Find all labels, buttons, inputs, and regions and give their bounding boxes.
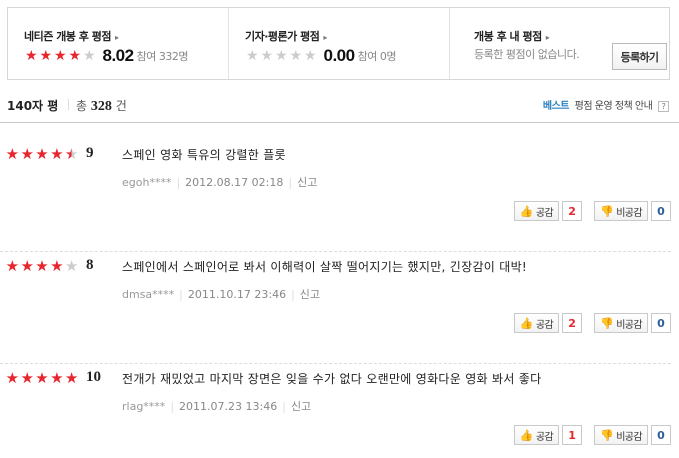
like-count: 2 bbox=[562, 201, 583, 221]
arrow-right-icon: ▸ bbox=[323, 33, 327, 42]
star-icon: ★ bbox=[5, 369, 20, 387]
dislike-count: 0 bbox=[651, 425, 671, 445]
help-icon[interactable]: ? bbox=[658, 100, 669, 112]
thumbs-up-icon: 👍 bbox=[519, 316, 534, 330]
critic-rating-title[interactable]: 기자·평론가 평점 ▸ bbox=[245, 28, 327, 44]
star-icon: ★ bbox=[82, 48, 96, 64]
thumbs-down-icon: 👎 bbox=[600, 428, 614, 442]
report-link[interactable]: 신고 bbox=[291, 400, 311, 413]
report-link[interactable]: 신고 bbox=[297, 176, 317, 189]
review-score: 8 bbox=[86, 257, 94, 273]
divider bbox=[68, 99, 69, 110]
review-item: ★ ★ ★ ★ ★ 8 스페인에서 스페인어로 봐서 이해력이 살짝 떨어지기는 했지만… bbox=[0, 252, 679, 364]
like-button[interactable]: 👍 공감 bbox=[513, 201, 560, 221]
star-rating: ★ ★ ★ ★ ★ bbox=[5, 146, 79, 162]
star-icon: ★ bbox=[35, 257, 49, 275]
star-icon: ★ bbox=[20, 145, 34, 163]
report-link[interactable]: 신고 bbox=[300, 288, 320, 301]
star-icon: ★ bbox=[64, 257, 79, 275]
no-rating-notice: 등록한 평점이 없습니다. bbox=[474, 48, 580, 61]
review-date: 2012.08.17 02:18 bbox=[185, 176, 284, 189]
review-text: 전개가 재밌었고 마지막 장면은 잊을 수가 없다 오랜만에 영화다운 영화 봐… bbox=[122, 372, 542, 386]
review-date: 2011.10.17 23:46 bbox=[187, 288, 287, 301]
critic-rating-section: 기자·평론가 평점 ▸ ★ ★ ★ ★ ★ 0.00 참여 0명 bbox=[228, 8, 449, 79]
star-icon: ★ bbox=[39, 48, 53, 64]
star-icon: ★ bbox=[5, 257, 20, 275]
star-icon: ★ bbox=[35, 369, 49, 387]
review-item: ★ ★ ★ ★ ★ 9 스페인 영화 특유의 강렬한 플롯 egoh**** | 2012.… bbox=[0, 140, 679, 252]
star-rating: ★ ★ ★ ★ ★ bbox=[24, 48, 97, 64]
star-icon: ★ bbox=[35, 145, 49, 163]
star-icon: ★ bbox=[64, 369, 79, 387]
star-icon: ★ bbox=[20, 369, 34, 387]
star-icon: ★ bbox=[68, 48, 82, 64]
participant-count: 참여 0명 bbox=[357, 50, 397, 63]
like-count: 1 bbox=[562, 425, 583, 445]
review-score: 10 bbox=[86, 369, 101, 385]
review-list-header: 140자 평 총 328 건 베스트 평점 운영 정책 안내 ? bbox=[0, 93, 679, 123]
like-button[interactable]: 👍 공감 bbox=[513, 425, 560, 445]
like-count: 2 bbox=[562, 313, 583, 333]
my-rating-section: 개봉 후 내 평점 ▸ 등록한 평점이 없습니다. 등록하기 bbox=[449, 8, 669, 79]
register-rating-button[interactable]: 등록하기 bbox=[612, 43, 667, 70]
rating-summary-box: 네티즌 개봉 후 평점 ▸ ★ ★ ★ ★ ★ 8.02 참여 332명 기자·평론가 평… bbox=[7, 7, 670, 80]
critic-score: 0.00 bbox=[323, 46, 356, 65]
star-icon: ★ bbox=[50, 257, 64, 275]
arrow-right-icon: ▸ bbox=[545, 33, 550, 42]
star-icon: ★ bbox=[5, 145, 20, 163]
policy-link[interactable]: 평점 운영 정책 안내 bbox=[575, 101, 653, 112]
review-user[interactable]: rlag**** bbox=[122, 400, 165, 413]
review-user[interactable]: egoh**** bbox=[122, 176, 171, 189]
dislike-button[interactable]: 👎 비공감 bbox=[594, 425, 648, 445]
review-date: 2011.07.23 13:46 bbox=[179, 400, 278, 413]
star-icon: ★ bbox=[260, 48, 274, 64]
total-count: 총 328 건 bbox=[76, 99, 127, 114]
thumbs-down-icon: 👎 bbox=[600, 316, 614, 330]
star-icon: ★ bbox=[274, 48, 288, 64]
thumbs-up-icon: 👍 bbox=[519, 204, 534, 218]
section-title: 140자 평 bbox=[7, 99, 59, 113]
star-rating: ★ ★ ★ ★ ★ bbox=[5, 370, 79, 386]
review-score: 9 bbox=[86, 145, 94, 161]
star-icon: ★ bbox=[50, 145, 64, 163]
review-user[interactable]: dmsa**** bbox=[122, 288, 174, 301]
participant-count: 참여 332명 bbox=[136, 50, 189, 63]
dislike-count: 0 bbox=[651, 201, 671, 221]
star-icon: ★ bbox=[53, 48, 67, 64]
thumbs-up-icon: 👍 bbox=[519, 428, 534, 442]
netizen-rating-title[interactable]: 네티즌 개봉 후 평점 ▸ bbox=[24, 28, 119, 44]
star-icon: ★ bbox=[64, 145, 79, 163]
star-icon: ★ bbox=[303, 48, 317, 64]
my-rating-title[interactable]: 개봉 후 내 평점 ▸ bbox=[474, 28, 550, 44]
star-icon: ★ bbox=[50, 369, 64, 387]
netizen-rating-section: 네티즌 개봉 후 평점 ▸ ★ ★ ★ ★ ★ 8.02 참여 332명 bbox=[8, 8, 228, 79]
star-rating: ★ ★ ★ ★ ★ bbox=[245, 48, 318, 64]
dislike-button[interactable]: 👎 비공감 bbox=[594, 313, 648, 333]
like-button[interactable]: 👍 공감 bbox=[513, 313, 560, 333]
review-text: 스페인 영화 특유의 강렬한 플롯 bbox=[122, 148, 286, 162]
star-rating: ★ ★ ★ ★ ★ bbox=[5, 258, 79, 274]
best-link[interactable]: 베스트 bbox=[543, 101, 570, 112]
arrow-right-icon: ▸ bbox=[114, 33, 119, 42]
dislike-button[interactable]: 👎 비공감 bbox=[594, 201, 648, 221]
star-icon: ★ bbox=[245, 48, 259, 64]
star-icon: ★ bbox=[24, 48, 38, 64]
dislike-count: 0 bbox=[651, 313, 671, 333]
star-icon: ★ bbox=[20, 257, 34, 275]
netizen-score: 8.02 bbox=[102, 46, 135, 65]
review-item: ★ ★ ★ ★ ★ 10 전개가 재밌었고 마지막 장면은 잊을 수가 없다 오랜만에 … bbox=[0, 364, 679, 458]
thumbs-down-icon: 👎 bbox=[600, 204, 614, 218]
review-text: 스페인에서 스페인어로 봐서 이해력이 살짝 떨어지기는 했지만, 긴장감이 대… bbox=[122, 260, 528, 274]
star-icon: ★ bbox=[289, 48, 303, 64]
